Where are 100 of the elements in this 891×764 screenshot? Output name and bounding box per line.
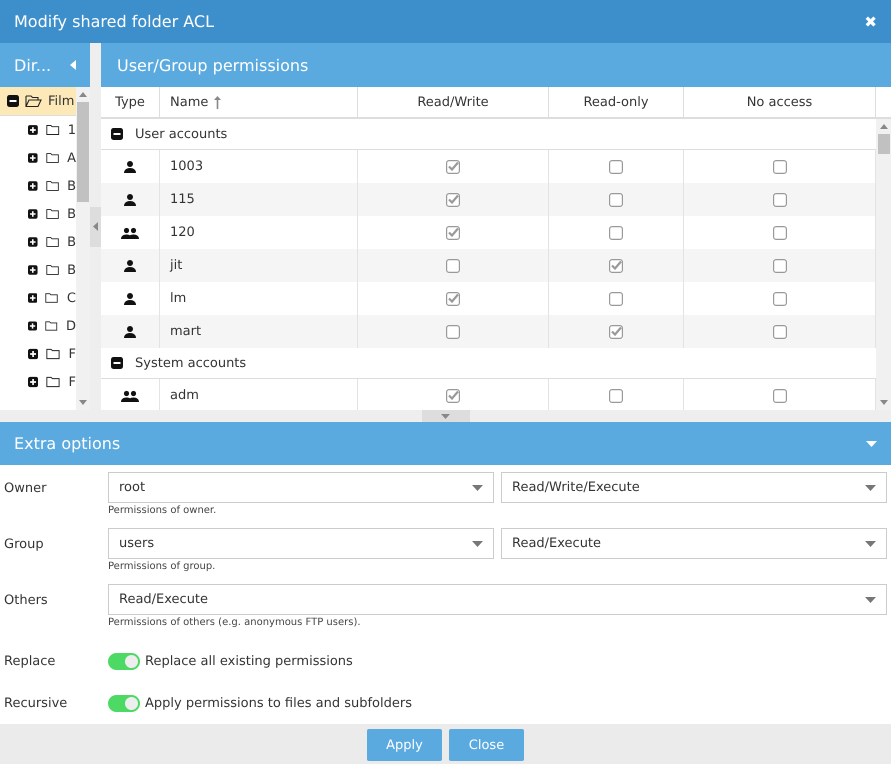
dropdown[interactable]: root [108, 472, 494, 503]
open-folder-icon [25, 94, 42, 108]
table-cell: jit [170, 258, 182, 273]
field-label: Group [4, 536, 45, 554]
tree-item[interactable]: A [0, 144, 76, 172]
column-header[interactable]: Read/Write [358, 87, 549, 117]
checkbox[interactable] [446, 160, 460, 174]
splitter-handle[interactable] [422, 410, 470, 422]
tree-item[interactable]: B [0, 228, 76, 256]
tree-item[interactable]: B [0, 172, 76, 200]
table-cell: lm [170, 291, 186, 306]
checkbox[interactable] [772, 324, 786, 338]
expand-icon[interactable] [28, 348, 38, 360]
collapse-arrow-icon[interactable] [441, 414, 450, 418]
dropdown[interactable]: Read/Execute [108, 584, 887, 615]
expand-icon[interactable] [28, 320, 38, 332]
checkbox[interactable] [609, 258, 623, 272]
checkbox[interactable] [772, 226, 786, 240]
checkbox[interactable] [609, 160, 623, 174]
field-label: Replace [4, 654, 56, 668]
checkbox[interactable] [446, 292, 460, 306]
column-header[interactable]: No access [684, 87, 876, 117]
tree-item[interactable]: 1 [0, 116, 76, 144]
dropdown[interactable]: Read/Execute [501, 528, 887, 559]
toggle-label: Apply permissions to files and subfolders [145, 696, 412, 710]
column-header[interactable]: Type [101, 87, 160, 117]
user-icon [123, 258, 137, 272]
scrollbar[interactable] [876, 119, 891, 410]
close-button[interactable]: ✖ [864, 12, 877, 30]
toggle-label: Replace all existing permissions [145, 654, 353, 668]
tree-item[interactable]: C [0, 284, 76, 312]
collapse-icon[interactable] [111, 128, 123, 140]
splitter-handle[interactable] [90, 206, 101, 246]
tree-item[interactable]: Film [0, 87, 76, 116]
caret-icon [865, 540, 876, 546]
field-hint: Permissions of owner. [108, 505, 218, 516]
tree-item[interactable]: D [0, 312, 76, 340]
field-label: Owner [4, 480, 48, 498]
checkbox[interactable] [772, 258, 786, 272]
field-hint: Permissions of group. [108, 561, 216, 572]
checkbox[interactable] [772, 160, 786, 174]
collapse-arrow-icon[interactable] [70, 60, 76, 70]
expand-icon[interactable] [28, 124, 38, 136]
checkbox[interactable] [609, 292, 623, 306]
checkbox[interactable] [772, 388, 786, 402]
folder-icon [46, 207, 60, 221]
caret-icon [472, 484, 483, 490]
group-label: System accounts [135, 356, 246, 370]
toggle-switch[interactable] [108, 694, 140, 712]
folder-icon [46, 347, 61, 361]
group-icon [121, 226, 139, 240]
checkbox[interactable] [609, 192, 623, 206]
expand-icon[interactable] [28, 208, 38, 220]
checkbox[interactable] [772, 292, 786, 306]
tree-item[interactable]: B [0, 256, 76, 284]
folder-icon [45, 319, 58, 333]
tree-item[interactable]: F [0, 368, 76, 396]
expand-icon[interactable] [28, 264, 38, 276]
checkbox[interactable] [446, 324, 460, 338]
folder-icon [46, 123, 60, 137]
collapse-arrow-icon[interactable] [93, 222, 98, 231]
checkbox[interactable] [772, 192, 786, 206]
dropdown[interactable]: Read/Write/Execute [501, 472, 887, 503]
tree-item[interactable]: F [0, 340, 76, 368]
checkbox[interactable] [446, 226, 460, 240]
tree-item[interactable]: B [0, 200, 76, 228]
table-cell: adm [170, 388, 199, 403]
folder-icon [46, 179, 60, 193]
column-header[interactable]: Read-only [549, 87, 684, 117]
user-icon [123, 324, 137, 338]
panel-title: Dir... [14, 56, 52, 74]
expand-icon[interactable] [28, 180, 38, 192]
checkbox[interactable] [446, 258, 460, 272]
checkbox[interactable] [609, 324, 623, 338]
table-cell: mart [170, 324, 202, 339]
collapse-icon[interactable] [111, 357, 123, 369]
table-cell: 120 [170, 225, 195, 240]
table-cell: 1003 [170, 159, 204, 174]
folder-icon [45, 291, 59, 305]
table-cell: 115 [170, 192, 195, 207]
expand-icon[interactable] [28, 152, 38, 164]
panel-title: User/Group permissions [117, 56, 308, 74]
expand-icon[interactable] [28, 292, 38, 304]
field-label: Recursive [4, 696, 68, 710]
checkbox[interactable] [609, 388, 623, 402]
dropdown[interactable]: users [108, 528, 494, 559]
caret-icon [865, 596, 876, 602]
checkbox[interactable] [446, 192, 460, 206]
column-header[interactable]: Name [160, 87, 358, 117]
collapse-icon[interactable] [7, 95, 19, 107]
group-icon [121, 388, 139, 402]
checkbox[interactable] [609, 226, 623, 240]
field-label: Others [4, 592, 49, 610]
checkbox[interactable] [446, 388, 460, 402]
toggle-switch[interactable] [108, 652, 140, 670]
caret-icon[interactable] [866, 440, 877, 446]
caret-icon [865, 484, 876, 490]
user-icon [123, 160, 137, 174]
expand-icon[interactable] [28, 376, 38, 388]
expand-icon[interactable] [28, 236, 38, 248]
